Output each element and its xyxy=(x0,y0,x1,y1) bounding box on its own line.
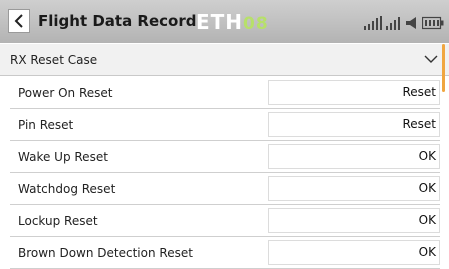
row-value: OK xyxy=(268,240,440,265)
row-label: Watchdog Reset xyxy=(18,182,116,196)
chevron-left-icon xyxy=(14,14,23,28)
signal-icon xyxy=(364,16,382,30)
speaker-icon xyxy=(406,17,416,29)
row-value: Reset xyxy=(268,112,440,137)
section-label: RX Reset Case xyxy=(10,53,98,67)
row-label: Wake Up Reset xyxy=(18,150,108,164)
row-label: Pin Reset xyxy=(18,118,74,132)
chevron-down-icon xyxy=(424,55,438,63)
back-button[interactable] xyxy=(8,9,30,33)
logo-number: 08 xyxy=(243,14,269,34)
row-value: OK xyxy=(268,208,440,233)
row-value: OK xyxy=(268,144,440,169)
page-title: Flight Data Record xyxy=(38,12,197,30)
list-item: Power On Reset Reset xyxy=(10,77,440,109)
logo-text: ETH xyxy=(196,10,244,34)
list-item: Pin Reset Reset xyxy=(10,109,440,141)
rx-reset-case-section[interactable]: RX Reset Case xyxy=(0,44,449,76)
row-label: Lockup Reset xyxy=(18,214,98,228)
list-item: Watchdog Reset OK xyxy=(10,173,440,205)
row-label: Brown Down Detection Reset xyxy=(18,246,193,260)
row-label: Power On Reset xyxy=(18,86,113,100)
battery-icon xyxy=(422,16,444,30)
scrollbar[interactable] xyxy=(442,44,445,92)
list-item: Lockup Reset OK xyxy=(10,205,440,237)
eth-logo: ETH08 xyxy=(196,10,269,34)
title-bar: Flight Data Record ETH08 xyxy=(0,0,449,43)
row-value: Reset xyxy=(268,80,440,105)
signal-icon xyxy=(386,17,400,30)
status-icons xyxy=(364,14,444,30)
row-value: OK xyxy=(268,176,440,201)
list-item: Wake Up Reset OK xyxy=(10,141,440,173)
list-item: Brown Down Detection Reset OK xyxy=(10,237,440,269)
